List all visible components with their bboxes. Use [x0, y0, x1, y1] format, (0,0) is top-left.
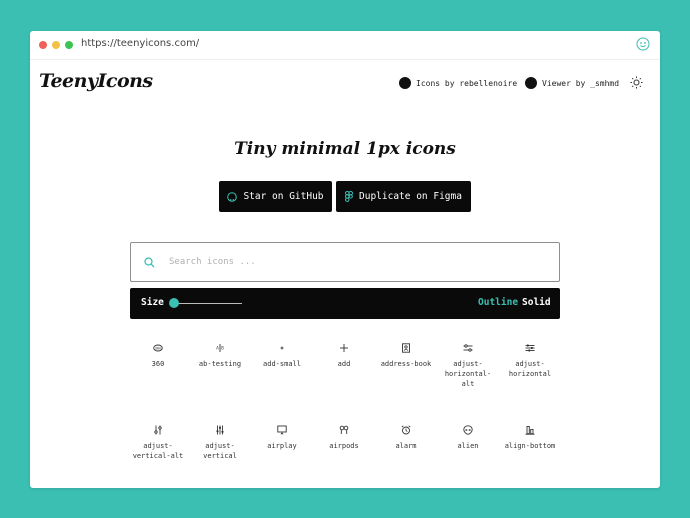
icon-label: alarm — [395, 442, 417, 450]
solid-style-toggle[interactable]: Solid — [522, 297, 551, 308]
icon-tile-adjust-horizontal[interactable]: adjust- horizontal — [499, 343, 561, 379]
github-button-label: Star on GitHub — [243, 191, 324, 202]
site-logo[interactable]: TeenyIcons — [39, 70, 153, 92]
icon-tile-alien[interactable]: alien — [437, 425, 499, 451]
browser-window: https://teenyicons.com/ TeenyIcons Icons… — [30, 31, 660, 488]
size-slider-track[interactable] — [174, 303, 242, 304]
search-icon — [144, 256, 155, 267]
viewer-credit-link[interactable]: Viewer by _smhmd — [525, 77, 619, 89]
icon-label: airpods — [329, 442, 359, 450]
github-icon — [227, 191, 238, 202]
adjust-horizontal-icon — [525, 344, 535, 352]
size-label: Size — [141, 297, 164, 308]
svg-text:A: A — [216, 346, 219, 351]
extension-icon[interactable] — [636, 37, 650, 51]
icon-tile-adjust-vertical-alt[interactable]: adjust- vertical-alt — [127, 425, 189, 461]
icon-label: ab-testing — [198, 360, 242, 368]
svg-text:B: B — [221, 346, 224, 351]
search-input[interactable] — [167, 256, 531, 268]
icons-credit-text: Icons by rebellenoire — [416, 78, 518, 88]
size-slider-handle[interactable] — [169, 298, 179, 308]
icon-tile-airpods[interactable]: airpods — [313, 425, 375, 451]
icon-label: add — [337, 360, 351, 368]
icon-tile-airplay[interactable]: airplay — [251, 425, 313, 451]
icon-tile-add-small[interactable]: add-small — [251, 343, 313, 369]
icon-tile-ab-testing[interactable]: AB ab-testing — [189, 343, 251, 369]
address-book-icon — [402, 343, 410, 353]
figma-duplicate-button[interactable]: Duplicate on Figma — [336, 181, 471, 212]
icon-tile-address-book[interactable]: address-book — [375, 343, 437, 369]
360-icon: 360 — [153, 344, 163, 352]
figma-icon — [345, 191, 354, 202]
icon-label: airplay — [267, 442, 297, 450]
airpods-icon — [339, 425, 349, 434]
icon-label: adjust- horizontal — [508, 360, 552, 378]
page-tagline: Tiny minimal 1px icons — [234, 139, 456, 159]
icon-label: 360 — [151, 360, 165, 368]
alien-icon — [463, 425, 473, 435]
icon-tile-360[interactable]: 360 360 — [127, 343, 189, 369]
close-window-dot[interactable] — [39, 41, 47, 49]
icon-label: address-book — [380, 360, 432, 368]
outline-style-toggle[interactable]: Outline — [478, 297, 518, 308]
icon-tile-add[interactable]: add — [313, 343, 375, 369]
adjust-vertical-alt-icon — [154, 425, 162, 435]
alarm-icon — [401, 425, 411, 435]
icon-label: adjust- horizontal- alt — [444, 360, 492, 388]
icon-label: adjust- vertical — [203, 442, 237, 460]
theme-toggle-sun-icon[interactable] — [630, 76, 643, 89]
icons-credit-link[interactable]: Icons by rebellenoire — [399, 77, 517, 89]
icon-tile-adjust-vertical[interactable]: adjust- vertical — [189, 425, 251, 461]
icon-tile-alarm[interactable]: alarm — [375, 425, 437, 451]
display-controls-bar: Size Outline Solid — [130, 288, 560, 319]
minimize-window-dot[interactable] — [52, 41, 60, 49]
align-bottom-icon — [525, 426, 535, 435]
icon-tile-adjust-horizontal-alt[interactable]: adjust- horizontal- alt — [437, 343, 499, 389]
browser-chrome: https://teenyicons.com/ — [30, 31, 660, 60]
address-bar[interactable]: https://teenyicons.com/ — [81, 38, 199, 49]
icon-tile-align-bottom[interactable]: align-bottom — [499, 425, 561, 451]
search-box[interactable] — [130, 242, 560, 282]
svg-text:360: 360 — [155, 347, 163, 351]
icon-label: alien — [457, 442, 479, 450]
author-avatar-icon — [399, 77, 411, 89]
github-star-button[interactable]: Star on GitHub — [219, 181, 332, 212]
adjust-horizontal-alt-icon — [463, 344, 473, 352]
airplay-icon — [277, 425, 287, 435]
site-header: TeenyIcons Icons by rebellenoire Viewer … — [30, 60, 660, 106]
add-small-icon — [280, 346, 284, 350]
icon-label: align-bottom — [504, 442, 556, 450]
viewer-avatar-icon — [525, 77, 537, 89]
ab-testing-icon: AB — [216, 344, 224, 352]
figma-button-label: Duplicate on Figma — [359, 191, 462, 202]
adjust-vertical-icon — [216, 425, 224, 435]
icon-label: add-small — [263, 360, 301, 368]
maximize-window-dot[interactable] — [65, 41, 73, 49]
icon-label: adjust- vertical-alt — [132, 442, 184, 460]
viewer-credit-text: Viewer by _smhmd — [542, 78, 620, 88]
add-icon — [340, 344, 348, 352]
